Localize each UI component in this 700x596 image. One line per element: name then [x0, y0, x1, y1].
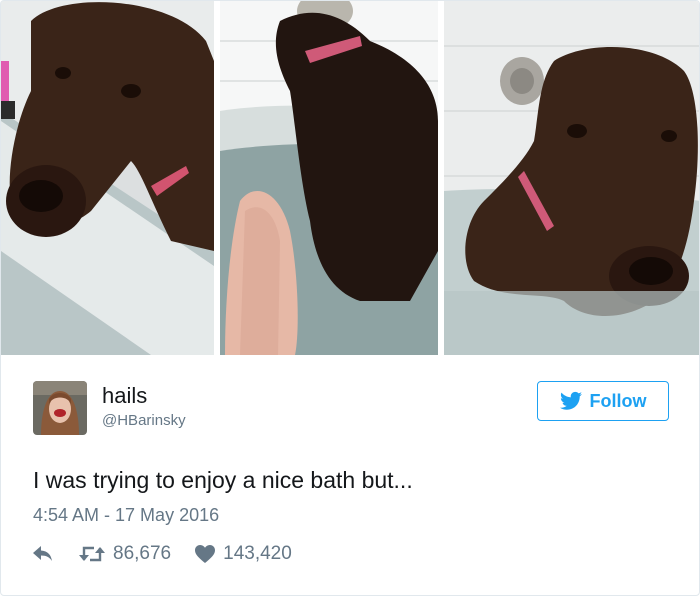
- reply-button[interactable]: [33, 546, 53, 562]
- follow-button[interactable]: Follow: [537, 381, 669, 421]
- retweet-icon: [79, 546, 105, 562]
- heart-icon: [195, 545, 216, 563]
- twitter-bird-icon: [559, 391, 582, 410]
- reply-arrow-icon: [33, 546, 52, 561]
- tweet-photo-1[interactable]: [1, 1, 214, 355]
- follow-label: Follow: [589, 390, 647, 411]
- retweet-count: 86,676: [113, 543, 172, 564]
- tweet-photo-3[interactable]: [444, 1, 699, 355]
- user-display-name[interactable]: hails: [102, 382, 147, 410]
- user-handle[interactable]: @HBarinsky: [102, 411, 186, 431]
- avatar[interactable]: [33, 381, 87, 435]
- like-button[interactable]: 143,420: [195, 543, 292, 565]
- tweet-text: I was trying to enjoy a nice bath but...: [33, 467, 413, 493]
- tweet-actions: 86,676 143,420: [33, 540, 292, 568]
- like-count: 143,420: [223, 543, 292, 564]
- tweet-photo-2[interactable]: [220, 1, 438, 355]
- retweet-button[interactable]: 86,676: [79, 543, 171, 565]
- tweet-timestamp[interactable]: 4:54 AM - 17 May 2016: [33, 504, 219, 526]
- tweet-card: hails @HBarinsky Follow I was trying to …: [0, 0, 700, 596]
- photo-grid: [1, 1, 699, 355]
